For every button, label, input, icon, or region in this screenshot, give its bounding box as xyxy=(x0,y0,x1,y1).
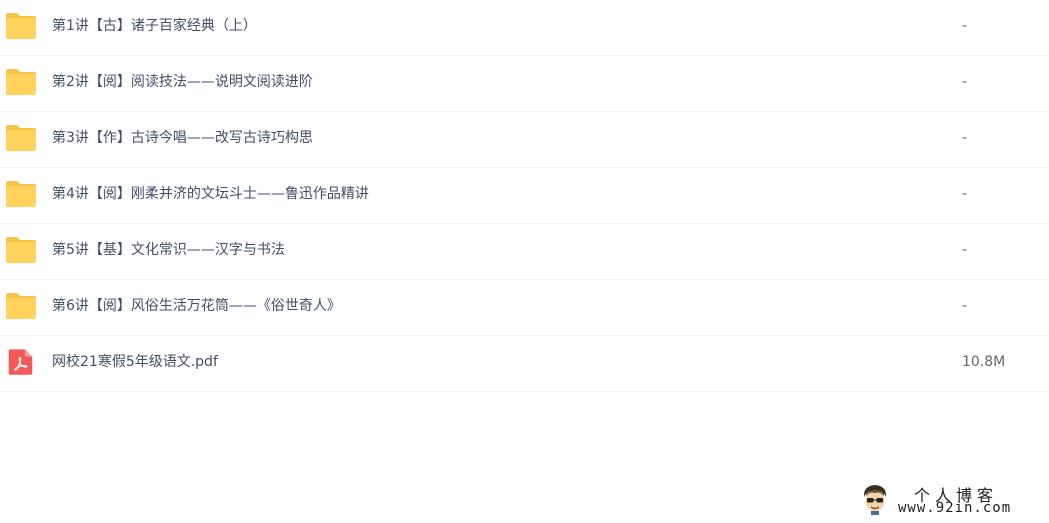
file-size: - xyxy=(962,74,968,90)
file-name[interactable]: 第4讲【阅】刚柔并济的文坛斗士——鲁迅作品精讲 xyxy=(52,168,369,220)
file-row-folder-2[interactable]: 第2讲【阅】阅读技法——说明文阅读进阶 - xyxy=(0,56,1049,112)
folder-icon xyxy=(6,69,36,95)
file-name[interactable]: 第6讲【阅】风俗生活万花筒——《俗世奇人》 xyxy=(52,280,341,332)
file-size: - xyxy=(962,130,968,146)
file-row-folder-6[interactable]: 第6讲【阅】风俗生活万花筒——《俗世奇人》 - xyxy=(0,280,1049,336)
file-row-pdf[interactable]: 网校21寒假5年级语文.pdf 10.8M xyxy=(0,336,1049,392)
file-size: - xyxy=(962,298,968,314)
file-size: - xyxy=(962,242,968,258)
file-row-folder-4[interactable]: 第4讲【阅】刚柔并济的文坛斗士——鲁迅作品精讲 - xyxy=(0,168,1049,224)
watermark-url: www.92in.com xyxy=(898,500,1012,516)
file-row-folder-3[interactable]: 第3讲【作】古诗今唱——改写古诗巧构思 - xyxy=(0,112,1049,168)
file-name[interactable]: 第1讲【古】诸子百家经典（上） xyxy=(52,0,257,52)
folder-icon xyxy=(6,237,36,263)
file-row-folder-1[interactable]: 第1讲【古】诸子百家经典（上） - xyxy=(0,0,1049,56)
blog-watermark: 个人博客 www.92in.com xyxy=(852,480,1042,518)
file-name[interactable]: 第2讲【阅】阅读技法——说明文阅读进阶 xyxy=(52,56,313,108)
file-name[interactable]: 第3讲【作】古诗今唱——改写古诗巧构思 xyxy=(52,112,313,164)
file-name[interactable]: 第5讲【基】文化常识——汉字与书法 xyxy=(52,224,285,276)
folder-icon xyxy=(6,181,36,207)
folder-icon xyxy=(6,13,36,39)
cartoon-face-icon xyxy=(863,485,887,515)
file-list: 第1讲【古】诸子百家经典（上） - 第2讲【阅】阅读技法——说明文阅读进阶 - … xyxy=(0,0,1049,392)
file-size: 10.8M xyxy=(962,354,1006,370)
file-size: - xyxy=(962,18,968,34)
file-size: - xyxy=(962,186,968,202)
file-name[interactable]: 网校21寒假5年级语文.pdf xyxy=(52,336,218,388)
pdf-icon xyxy=(8,349,33,375)
file-row-folder-5[interactable]: 第5讲【基】文化常识——汉字与书法 - xyxy=(0,224,1049,280)
folder-icon xyxy=(6,293,36,319)
folder-icon xyxy=(6,125,36,151)
